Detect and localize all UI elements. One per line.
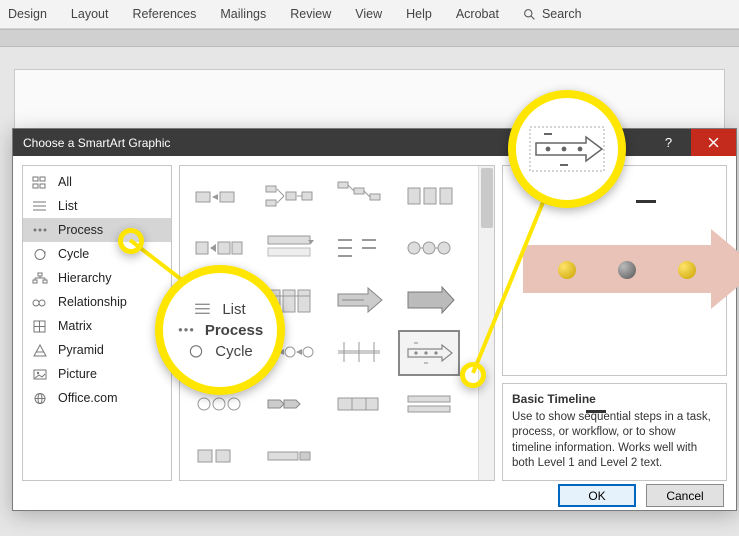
pyramid-icon (32, 344, 48, 357)
preview-graphic (523, 235, 726, 305)
preview-text-placeholder (586, 410, 606, 413)
layout-thumb[interactable] (258, 226, 320, 272)
matrix-icon (32, 320, 48, 333)
relationship-icon (32, 296, 48, 309)
annotation-marker (118, 228, 144, 254)
category-label: List (58, 199, 77, 213)
category-label: All (58, 175, 72, 189)
layout-thumb[interactable] (398, 382, 460, 428)
ribbon-tab-view[interactable]: View (355, 7, 382, 21)
layout-thumb[interactable] (398, 174, 460, 220)
ribbon-tab-design[interactable]: Design (8, 7, 47, 21)
layout-thumb[interactable] (398, 434, 460, 480)
gallery-grid (180, 166, 478, 480)
layout-thumb[interactable] (258, 330, 320, 376)
layout-thumb[interactable] (188, 434, 250, 480)
search-icon (523, 8, 536, 21)
ribbon: Design Layout References Mailings Review… (0, 0, 739, 29)
category-label: Picture (58, 367, 97, 381)
list-icon (32, 200, 48, 213)
preview-text-placeholder (636, 200, 656, 203)
layout-thumb[interactable] (258, 382, 320, 428)
category-list-item[interactable]: List (23, 194, 171, 218)
layout-thumb[interactable] (258, 434, 320, 480)
layout-thumb[interactable] (188, 278, 250, 324)
category-label: Office.com (58, 391, 118, 405)
close-button[interactable] (691, 129, 736, 156)
dialog-titlebar: Choose a SmartArt Graphic ? (13, 129, 736, 156)
layout-thumb[interactable] (328, 278, 390, 324)
layout-thumb[interactable] (188, 226, 250, 272)
category-label: Relationship (58, 295, 127, 309)
layout-thumb[interactable] (258, 278, 320, 324)
layout-gallery (179, 165, 495, 481)
process-icon (32, 224, 48, 237)
layout-description: Basic Timeline Use to show sequential st… (502, 383, 727, 481)
annotation-marker (460, 362, 486, 388)
layout-thumb-basic-timeline[interactable] (398, 330, 460, 376)
layout-thumb[interactable] (258, 174, 320, 220)
ribbon-tab-mailings[interactable]: Mailings (220, 7, 266, 21)
ribbon-tab-references[interactable]: References (132, 7, 196, 21)
cycle-icon (32, 248, 48, 261)
layout-thumb[interactable] (328, 330, 390, 376)
description-title: Basic Timeline (512, 392, 717, 406)
help-button[interactable]: ? (646, 129, 691, 156)
category-cycle[interactable]: Cycle (23, 242, 171, 266)
category-label: Process (58, 223, 103, 237)
hierarchy-icon (32, 272, 48, 285)
category-matrix[interactable]: Matrix (23, 314, 171, 338)
dialog-footer: OK Cancel (13, 481, 736, 510)
ribbon-tab-layout[interactable]: Layout (71, 7, 109, 21)
category-label: Hierarchy (58, 271, 112, 285)
scrollbar-thumb[interactable] (481, 168, 493, 228)
layout-thumb[interactable] (328, 434, 390, 480)
cancel-button[interactable]: Cancel (646, 484, 724, 507)
gallery-scrollbar[interactable] (478, 166, 494, 480)
ribbon-search-label: Search (542, 7, 582, 21)
all-icon (32, 176, 48, 189)
category-label: Cycle (58, 247, 89, 261)
category-list: All List Process Cycle Hierarchy Relatio… (22, 165, 172, 481)
category-label: Pyramid (58, 343, 104, 357)
layout-thumb[interactable] (188, 174, 250, 220)
layout-thumb[interactable] (328, 174, 390, 220)
category-label: Matrix (58, 319, 92, 333)
ribbon-tab-acrobat[interactable]: Acrobat (456, 7, 499, 21)
category-all[interactable]: All (23, 170, 171, 194)
globe-icon (32, 392, 48, 405)
layout-thumb[interactable] (188, 330, 250, 376)
layout-thumb[interactable] (328, 226, 390, 272)
category-process[interactable]: Process (23, 218, 171, 242)
description-text: Use to show sequential steps in a task, … (512, 410, 717, 472)
dialog-title: Choose a SmartArt Graphic (13, 136, 646, 150)
category-office[interactable]: Office.com (23, 386, 171, 410)
layout-thumb[interactable] (328, 382, 390, 428)
layout-thumb[interactable] (188, 382, 250, 428)
document-area (0, 29, 739, 47)
ribbon-tab-review[interactable]: Review (290, 7, 331, 21)
picture-icon (32, 368, 48, 381)
category-relationship[interactable]: Relationship (23, 290, 171, 314)
layout-thumb[interactable] (398, 278, 460, 324)
close-icon (708, 137, 719, 148)
layout-preview (502, 165, 727, 376)
category-pyramid[interactable]: Pyramid (23, 338, 171, 362)
ribbon-search[interactable]: Search (523, 7, 582, 21)
category-picture[interactable]: Picture (23, 362, 171, 386)
ok-button[interactable]: OK (558, 484, 636, 507)
ribbon-tab-help[interactable]: Help (406, 7, 432, 21)
smartart-dialog: Choose a SmartArt Graphic ? All List Pro… (12, 128, 737, 511)
category-hierarchy[interactable]: Hierarchy (23, 266, 171, 290)
layout-thumb[interactable] (398, 226, 460, 272)
